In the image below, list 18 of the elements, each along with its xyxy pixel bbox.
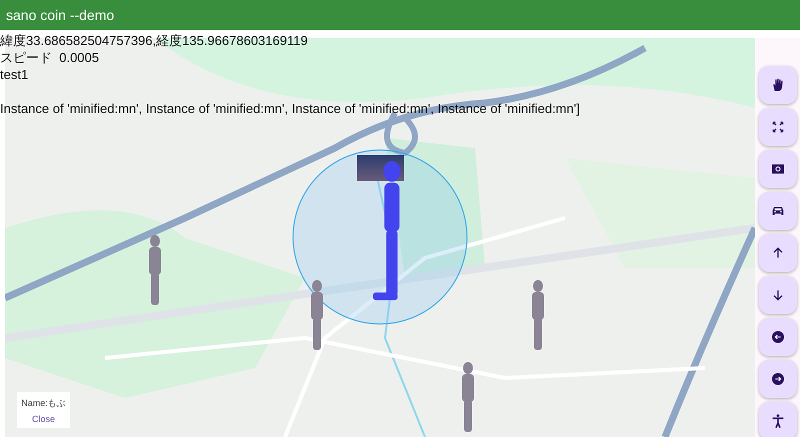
right-button[interactable] (758, 360, 796, 398)
fullscreen-button[interactable] (758, 108, 796, 146)
left-button[interactable] (758, 318, 796, 356)
info-text: Instance of 'minified:mn', Instance of 'minified:mn', Instance of 'minified:mn', Instance of 'minified:mn'] (0, 100, 580, 117)
fullscreen-icon (770, 119, 786, 135)
car-button[interactable] (758, 192, 796, 230)
person-icon (770, 413, 786, 429)
info-text: スピード 0.0005 (0, 49, 100, 66)
close-button[interactable]: Close (32, 414, 55, 424)
info-text: test1 (0, 66, 30, 83)
info-text: 緯度33.686582504757396,経度135.96678603169119 (0, 32, 309, 49)
circle-arrow-left-icon (770, 329, 786, 345)
popup-name: Name:もぶ (21, 396, 66, 410)
person-button[interactable] (758, 402, 796, 437)
hand-button[interactable] (758, 66, 796, 104)
app-title: sano coin --demo (6, 7, 114, 23)
circle-arrow-right-icon (770, 371, 786, 387)
camera-button[interactable] (758, 150, 796, 188)
